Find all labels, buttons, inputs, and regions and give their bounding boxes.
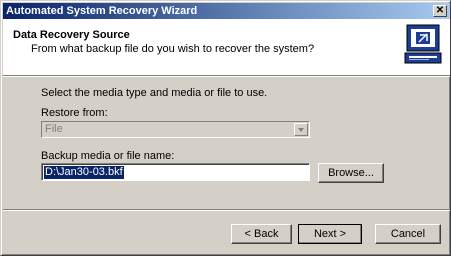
- chevron-down-icon[interactable]: [294, 123, 308, 136]
- footer-divider: [3, 209, 450, 211]
- title-bar[interactable]: Automated System Recovery Wizard ✕: [3, 3, 450, 19]
- next-button[interactable]: Next >: [298, 224, 362, 244]
- window-title: Automated System Recovery Wizard: [6, 5, 198, 17]
- browse-button[interactable]: Browse...: [318, 163, 384, 183]
- close-button[interactable]: ✕: [433, 5, 447, 17]
- backup-file-input[interactable]: D:\Jan30-03.bkf: [41, 163, 310, 181]
- restore-from-label: Restore from:: [41, 107, 108, 119]
- wizard-header: Data Recovery Source From what backup fi…: [3, 19, 450, 75]
- instruction-text: Select the media type and media or file …: [41, 87, 268, 99]
- page-subtitle: From what backup file do you wish to rec…: [31, 43, 315, 55]
- back-button[interactable]: < Back: [231, 224, 292, 244]
- backup-file-value: D:\Jan30-03.bkf: [44, 166, 124, 179]
- cancel-button[interactable]: Cancel: [375, 224, 441, 244]
- backup-file-label: Backup media or file name:: [41, 150, 175, 162]
- wizard-window: Automated System Recovery Wizard ✕ Data …: [0, 0, 451, 256]
- restore-from-value: File: [45, 123, 63, 135]
- close-icon: ✕: [435, 5, 445, 16]
- restore-from-dropdown[interactable]: File: [41, 121, 310, 138]
- page-title: Data Recovery Source: [13, 29, 130, 41]
- computer-restore-icon: [403, 23, 443, 67]
- header-divider: [3, 75, 450, 77]
